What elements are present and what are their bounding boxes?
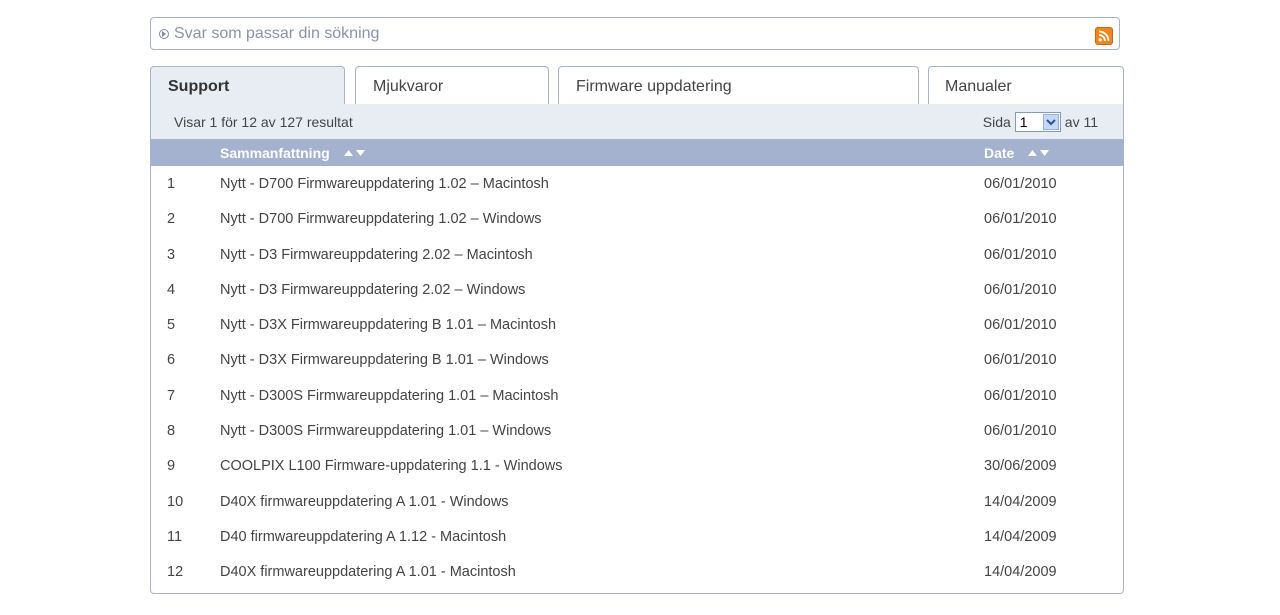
row-link[interactable]: Nytt - D3X Firmwareuppdatering B 1.01 – … xyxy=(220,317,556,333)
table-row[interactable]: 3 Nytt - D3 Firmwareuppdatering 2.02 – M… xyxy=(151,237,1123,272)
row-number: 12 xyxy=(167,564,184,581)
row-number: 7 xyxy=(167,387,176,404)
table-row[interactable]: 7 Nytt - D300S Firmwareuppdatering 1.01 … xyxy=(151,378,1123,413)
table-row[interactable]: 8 Nytt - D300S Firmwareuppdatering 1.01 … xyxy=(151,413,1123,448)
row-date: 06/01/2010 xyxy=(984,246,1057,263)
row-link[interactable]: Nytt - D700 Firmwareuppdatering 1.02 – W… xyxy=(220,211,542,227)
row-link[interactable]: Nytt - D3 Firmwareuppdatering 2.02 – Win… xyxy=(220,282,525,298)
sort-descending-icon[interactable] xyxy=(1040,150,1050,156)
row-number: 11 xyxy=(167,528,183,545)
row-number: 1 xyxy=(167,176,176,192)
tab-label: Firmware uppdatering xyxy=(576,77,732,95)
sort-descending-icon[interactable] xyxy=(355,150,365,156)
row-date: 14/04/2009 xyxy=(984,493,1057,510)
table-row[interactable]: 10 D40X firmwareuppdatering A 1.01 - Win… xyxy=(151,484,1123,519)
page-select-value: 1 xyxy=(1019,114,1028,130)
table-header: Sammanfattning Date xyxy=(151,139,1123,166)
answer-bar[interactable]: Svar som passar din sökning xyxy=(150,17,1120,50)
row-link[interactable]: COOLPIX L100 Firmware-uppdatering 1.1 - … xyxy=(220,458,563,474)
tab-label: Mjukvaror xyxy=(373,77,444,95)
row-number: 3 xyxy=(167,246,176,263)
row-number: 4 xyxy=(167,281,176,298)
expand-circle-icon[interactable] xyxy=(159,28,169,39)
row-link[interactable]: Nytt - D3X Firmwareuppdatering B 1.01 – … xyxy=(220,352,549,368)
results-panel: Visar 1 för 12 av 127 resultat Sida 1 av… xyxy=(150,104,1124,594)
row-number: 5 xyxy=(167,317,176,334)
column-header-date[interactable]: Date xyxy=(984,145,1050,161)
row-date: 06/01/2010 xyxy=(984,211,1057,228)
table-row[interactable]: 1 Nytt - D700 Firmwareuppdatering 1.02 –… xyxy=(151,166,1123,201)
column-header-summary[interactable]: Sammanfattning xyxy=(220,145,365,161)
row-link[interactable]: Nytt - D300S Firmwareuppdatering 1.01 – … xyxy=(220,423,551,439)
page-label: Sida xyxy=(982,114,1011,130)
tab-firmware-uppdatering[interactable]: Firmware uppdatering xyxy=(558,66,919,106)
row-date: 06/01/2010 xyxy=(984,281,1057,298)
table-row[interactable]: 5 Nytt - D3X Firmwareuppdatering B 1.01 … xyxy=(151,307,1123,342)
row-number: 2 xyxy=(167,211,176,228)
row-date: 06/01/2010 xyxy=(984,387,1057,404)
tab-mjukvaror[interactable]: Mjukvaror xyxy=(355,66,549,106)
sort-ascending-icon[interactable] xyxy=(343,150,353,156)
table-row[interactable]: 11 D40 firmwareuppdatering A 1.12 - Maci… xyxy=(151,519,1123,554)
row-link[interactable]: D40X firmwareuppdatering A 1.01 - Window… xyxy=(220,494,509,510)
table-row[interactable]: 6 Nytt - D3X Firmwareuppdatering B 1.01 … xyxy=(151,342,1123,377)
row-date: 30/06/2009 xyxy=(984,458,1057,475)
row-number: 8 xyxy=(167,423,176,440)
page-select[interactable]: 1 xyxy=(1014,112,1061,132)
table-row[interactable]: 9 COOLPIX L100 Firmware-uppdatering 1.1 … xyxy=(151,448,1123,483)
row-date: 06/01/2010 xyxy=(984,423,1057,440)
answer-bar-title[interactable]: Svar som passar din sökning xyxy=(174,25,379,43)
column-header-date-label: Date xyxy=(984,145,1015,161)
row-date: 06/01/2010 xyxy=(984,176,1057,192)
row-date: 06/01/2010 xyxy=(984,352,1057,369)
row-number: 10 xyxy=(167,493,184,510)
row-link[interactable]: Nytt - D3 Firmwareuppdatering 2.02 – Mac… xyxy=(220,247,533,263)
row-date: 14/04/2009 xyxy=(984,564,1057,581)
table-row[interactable]: 4 Nytt - D3 Firmwareuppdatering 2.02 – W… xyxy=(151,272,1123,307)
row-number: 6 xyxy=(167,352,176,369)
tab-label: Support xyxy=(168,77,230,95)
row-link[interactable]: Nytt - D700 Firmwareuppdatering 1.02 – M… xyxy=(220,176,549,192)
row-date: 14/04/2009 xyxy=(984,528,1057,545)
column-header-summary-label: Sammanfattning xyxy=(220,145,330,161)
chevron-down-icon[interactable] xyxy=(1042,114,1059,130)
row-link[interactable]: D40 firmwareuppdatering A 1.12 - Macinto… xyxy=(220,529,506,545)
row-date: 06/01/2010 xyxy=(984,317,1057,334)
sort-ascending-icon[interactable] xyxy=(1028,150,1038,156)
tab-support[interactable]: Support xyxy=(150,66,345,106)
page-total: av 11 xyxy=(1064,114,1098,130)
results-count: Visar 1 för 12 av 127 resultat xyxy=(174,114,353,130)
pager: Sida 1 av 11 xyxy=(983,112,1098,132)
table-row[interactable]: 12 D40X firmwareuppdatering A 1.01 - Mac… xyxy=(151,554,1123,589)
row-link[interactable]: D40X firmwareuppdatering A 1.01 - Macint… xyxy=(220,564,516,580)
row-link[interactable]: Nytt - D300S Firmwareuppdatering 1.01 – … xyxy=(220,388,559,404)
tab-manualer[interactable]: Manualer xyxy=(928,66,1124,106)
row-number: 9 xyxy=(167,458,176,475)
results-table-body: 1 Nytt - D700 Firmwareuppdatering 1.02 –… xyxy=(151,166,1123,590)
rss-icon[interactable] xyxy=(1095,27,1113,45)
results-info-bar: Visar 1 för 12 av 127 resultat Sida 1 av… xyxy=(151,104,1123,139)
table-row[interactable]: 2 Nytt - D700 Firmwareuppdatering 1.02 –… xyxy=(151,201,1123,236)
tab-label: Manualer xyxy=(945,77,1012,95)
